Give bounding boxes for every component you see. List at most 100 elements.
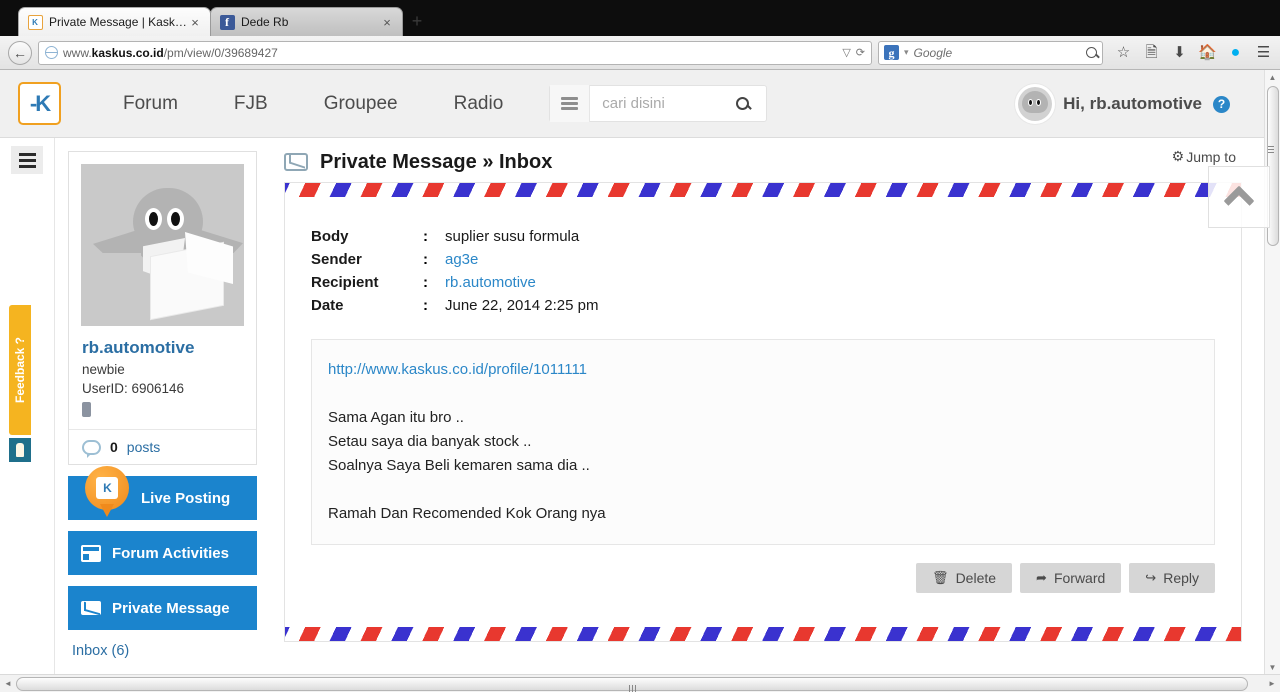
profile-username[interactable]: rb.automotive [69, 338, 256, 358]
tab-title: Dede Rb [241, 15, 289, 29]
address-bar[interactable]: www.kaskus.co.id/pm/view/0/39689427 ▽ ⟳ [38, 40, 872, 65]
meta-colon: : [423, 297, 428, 314]
bookmark-star-icon[interactable]: ☆ [1115, 44, 1132, 61]
profile-userid: UserID: 6906146 [82, 381, 185, 396]
scroll-right-icon[interactable]: ► [1264, 679, 1280, 688]
main-content: Private Message » Inbox ⚙ Jump to Body :… [270, 138, 1270, 674]
sidebar-item-live-posting[interactable]: K Live Posting [68, 466, 257, 520]
message-body: http://www.kaskus.co.id/profile/1011111 … [311, 339, 1215, 545]
forward-icon: ➦ [1036, 570, 1047, 585]
posts-label[interactable]: posts [127, 439, 160, 455]
message-line: Soalnya Saya Beli kemaren sama dia .. [328, 457, 590, 474]
tab-title: Private Message | Kaskus - ... [49, 15, 188, 29]
browser-search-bar[interactable]: g ▾ Google [878, 40, 1103, 65]
jump-to-button[interactable]: ⚙ Jump to [1172, 148, 1236, 165]
search-provider-label: Google [913, 45, 953, 60]
trash-icon: 🗑 [932, 570, 949, 585]
chevron-down-icon[interactable]: ▾ [904, 47, 909, 58]
close-icon[interactable]: × [380, 16, 394, 29]
scroll-grip [628, 680, 637, 692]
delete-button[interactable]: 🗑 Delete [916, 563, 1013, 593]
sidebar-item-inbox[interactable]: Inbox (6) [68, 630, 257, 659]
ghost-envelope-avatar [81, 164, 244, 326]
feedback-button[interactable]: Feedback ? [9, 305, 31, 435]
message-profile-link[interactable]: http://www.kaskus.co.id/profile/1011111 [328, 358, 1198, 382]
reading-list-icon[interactable]: 🗎 [1143, 44, 1160, 61]
profile-posts: 0 posts [69, 429, 256, 464]
meta-colon: : [423, 274, 428, 291]
message-meta-table: Body : suplier susu formula Sender : ag3… [311, 225, 598, 317]
site-header: -K Forum FJB Groupee Radio cari disini H… [0, 70, 1264, 138]
reload-icon[interactable]: ⟳ [856, 46, 865, 59]
message-inner: Body : suplier susu formula Sender : ag3… [285, 197, 1241, 593]
envelope-icon [284, 153, 308, 171]
sidebar-item-label: Live Posting [141, 489, 231, 507]
url-dropdown-icon[interactable]: ▽ [842, 46, 850, 59]
browser-window: K Private Message | Kaskus - ... × f Ded… [0, 0, 1280, 692]
site-search: cari disini [549, 85, 768, 122]
reply-button[interactable]: ↪ Reply [1129, 563, 1215, 593]
home-icon[interactable]: 🏠 [1198, 44, 1217, 61]
kaskus-icon: K [27, 14, 43, 30]
nav-item-forum[interactable]: Forum [95, 93, 206, 115]
back-icon[interactable]: ← [8, 40, 32, 65]
reply-label: Reply [1163, 570, 1199, 586]
google-g-icon: g [884, 45, 899, 60]
message-panel: Body : suplier susu formula Sender : ag3… [284, 182, 1242, 642]
hamburger-icon[interactable] [11, 146, 43, 174]
search-input[interactable]: cari disini [590, 95, 718, 112]
help-icon[interactable]: ? [1213, 95, 1230, 113]
envelope-icon [81, 601, 101, 615]
delete-label: Delete [955, 570, 997, 586]
kaskus-logo[interactable]: -K [18, 82, 61, 125]
tabstrip: K Private Message | Kaskus - ... × f Ded… [0, 0, 431, 36]
horizontal-scroll-track[interactable] [16, 676, 1264, 692]
vertical-scrollbar[interactable]: ▲ ▼ [1264, 70, 1280, 674]
user-menu[interactable]: Hi, rb.automotive ? [1018, 70, 1230, 138]
scroll-down-icon[interactable]: ▼ [1265, 660, 1280, 674]
meta-key: Body [311, 228, 349, 245]
mobile-badge [82, 402, 91, 417]
hamburger-icon[interactable] [550, 85, 591, 122]
browser-tab-inactive[interactable]: f Dede Rb × [210, 7, 403, 36]
scroll-up-icon[interactable]: ▲ [1265, 70, 1280, 84]
meta-value-date: June 22, 2014 2:25 pm [445, 297, 599, 314]
sidebar-item-label: Private Message [112, 599, 230, 617]
meta-key: Sender [311, 251, 362, 268]
nav-item-groupee[interactable]: Groupee [296, 93, 426, 115]
meta-value-recipient[interactable]: rb.automotive [445, 271, 598, 294]
meta-value-sender[interactable]: ag3e [445, 248, 598, 271]
downloads-icon[interactable]: ⬇ [1171, 44, 1188, 61]
lightbulb-icon[interactable] [9, 438, 31, 462]
globe-icon [44, 46, 58, 59]
sidebar-item-private-message[interactable]: Private Message [68, 586, 257, 630]
table-row: Recipient : rb.automotive [311, 271, 598, 294]
nav-item-radio[interactable]: Radio [426, 93, 532, 115]
kaskus-pin-icon: K [85, 466, 129, 517]
table-row: Sender : ag3e [311, 248, 598, 271]
search-icon[interactable] [1086, 47, 1097, 58]
horizontal-scrollbar[interactable]: ◄ ► [0, 674, 1280, 692]
new-tab-button[interactable]: + [403, 7, 431, 36]
browser-navbar: ← www.kaskus.co.id/pm/view/0/39689427 ▽ … [0, 36, 1280, 70]
menu-icon[interactable]: ☰ [1255, 44, 1272, 61]
close-icon[interactable]: × [188, 16, 202, 29]
nav-item-fjb[interactable]: FJB [206, 93, 296, 115]
back-to-top-button[interactable] [1208, 166, 1270, 228]
airmail-stripe-top [285, 183, 1241, 197]
message-line: Sama Agan itu bro .. [328, 409, 464, 426]
search-icon[interactable] [718, 97, 766, 110]
reply-icon: ↪ [1145, 570, 1157, 585]
forward-button[interactable]: ➦ Forward [1020, 563, 1122, 593]
skype-icon[interactable]: ● [1227, 44, 1244, 61]
scroll-left-icon[interactable]: ◄ [0, 679, 16, 688]
meta-key: Date [311, 297, 344, 314]
meta-colon: : [423, 251, 428, 268]
browser-tab-active[interactable]: K Private Message | Kaskus - ... × [18, 7, 211, 36]
scroll-grip [1268, 144, 1274, 155]
facebook-icon: f [219, 14, 235, 30]
user-greeting: Hi, rb.automotive [1063, 94, 1202, 113]
page-viewport: -K Forum FJB Groupee Radio cari disini H… [0, 70, 1280, 674]
sidebar-item-forum-activities[interactable]: Forum Activities [68, 531, 257, 575]
